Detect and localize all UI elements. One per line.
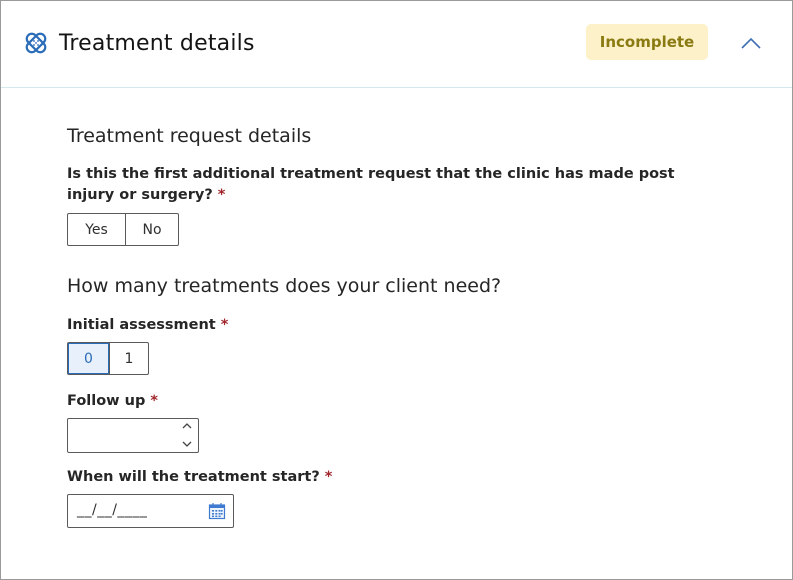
treatment-details-panel: Treatment details Incomplete Treatment r… — [0, 0, 793, 580]
required-marker: * — [220, 317, 229, 333]
label-text: Follow up — [67, 393, 146, 409]
follow-up-number-input[interactable] — [67, 418, 199, 453]
option-1[interactable]: 1 — [109, 343, 148, 374]
bandage-icon — [23, 30, 49, 56]
section-title-request-details: Treatment request details — [67, 125, 312, 147]
initial-assessment-toggle[interactable]: 0 1 — [67, 342, 149, 375]
label-text: Initial assessment — [67, 317, 216, 333]
required-marker: * — [217, 187, 226, 203]
number-stepper[interactable] — [182, 422, 192, 448]
follow-up-label: Follow up * — [67, 391, 158, 412]
question-text: Is this the first additional treatment r… — [67, 166, 675, 203]
first-request-question-label: Is this the first additional treatment r… — [67, 164, 707, 206]
option-0[interactable]: 0 — [68, 343, 109, 374]
status-badge: Incomplete — [586, 24, 708, 60]
panel-header[interactable]: Treatment details Incomplete — [1, 1, 792, 88]
label-text: When will the treatment start? — [67, 469, 320, 485]
first-request-toggle[interactable]: Yes No — [67, 213, 179, 246]
start-date-label: When will the treatment start? * — [67, 467, 332, 488]
increment-icon — [182, 423, 192, 429]
start-date-input[interactable]: __/__/____ — [67, 494, 234, 528]
chevron-up-icon[interactable] — [740, 35, 762, 49]
date-placeholder: __/__/____ — [77, 502, 148, 518]
initial-assessment-label: Initial assessment * — [67, 315, 228, 336]
decrement-icon — [182, 441, 192, 447]
calendar-icon[interactable] — [208, 502, 226, 520]
required-marker: * — [324, 469, 333, 485]
option-no[interactable]: No — [125, 214, 178, 245]
section-title-treatment-count: How many treatments does your client nee… — [67, 275, 502, 297]
required-marker: * — [150, 393, 158, 409]
panel-title: Treatment details — [59, 31, 255, 56]
option-yes[interactable]: Yes — [68, 214, 125, 245]
